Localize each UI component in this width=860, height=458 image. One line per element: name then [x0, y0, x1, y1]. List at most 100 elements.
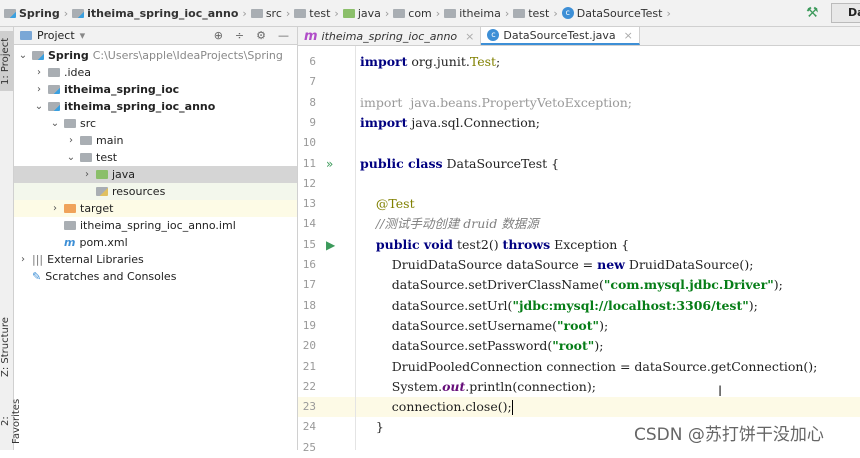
code-token: Test	[469, 54, 497, 69]
breadcrumb-item[interactable]: itheima	[444, 7, 501, 20]
code-token: .println(connection);	[465, 378, 596, 394]
code-line: dataSource.setUsername("root");	[356, 316, 860, 336]
tree-item[interactable]: › .idea	[14, 64, 297, 81]
line-number: 15	[302, 237, 316, 251]
chevron-down-icon[interactable]: ⌄	[66, 152, 76, 163]
tab-label: itheima_spring_ioc_anno	[321, 29, 458, 43]
breadcrumb-label: java	[357, 6, 381, 20]
tree-item[interactable]: m pom.xml	[14, 234, 297, 251]
gear-icon[interactable]: ⚙	[256, 29, 266, 42]
line-number: 16	[302, 258, 316, 271]
mod-icon	[48, 102, 60, 111]
module-folder-icon	[4, 8, 16, 18]
run-test-icon[interactable]: ▶	[326, 235, 335, 255]
module-folder-icon	[72, 8, 85, 18]
hide-icon[interactable]: —	[278, 29, 289, 42]
code-token: import	[360, 114, 408, 130]
run-all-tests-icon[interactable]: »	[326, 154, 333, 174]
chevron-right-icon: ›	[242, 6, 247, 20]
code-token: @Test	[375, 196, 415, 212]
tree-item[interactable]: itheima_spring_ioc_anno.iml	[14, 217, 297, 234]
chevron-down-icon[interactable]: ▾	[80, 29, 86, 42]
editor-tab[interactable]: c DataSourceTest.java ×	[481, 27, 640, 45]
chevron-right-icon[interactable]: ›	[50, 203, 60, 214]
run-configuration-select[interactable]: Da	[831, 3, 860, 23]
tree-item-label: target	[80, 202, 114, 215]
tree-item[interactable]: resources	[14, 183, 297, 200]
chevron-down-icon[interactable]: ⌄	[34, 101, 44, 112]
tree-item-label: Spring	[48, 49, 89, 62]
structure-tool-window-button[interactable]: Z: Structure	[0, 312, 14, 382]
chevron-down-icon[interactable]: ⌄	[50, 118, 60, 129]
class-icon: c	[487, 29, 500, 41]
folder-icon	[80, 136, 92, 145]
chevron-right-icon[interactable]: ›	[82, 169, 92, 180]
chevron-down-icon[interactable]: ⌄	[18, 50, 28, 61]
tree-item-label: Scratches and Consoles	[45, 270, 177, 283]
chevron-right-icon: ›	[553, 6, 558, 20]
chevron-right-icon[interactable]: ›	[34, 67, 44, 78]
tree-item[interactable]: ✎ Scratches and Consoles	[14, 268, 297, 285]
code-token: dataSource.setDriverClassName(	[360, 277, 604, 293]
project-view-select[interactable]: Project	[37, 29, 75, 42]
folder-icon	[64, 119, 76, 128]
line-number: 6	[309, 55, 316, 68]
code-line: @Test	[356, 194, 860, 214]
tree-item[interactable]: ⌄ itheima_spring_ioc_anno	[14, 98, 297, 115]
chevron-right-icon: ›	[504, 6, 510, 20]
line-number: 19	[302, 318, 316, 332]
collapse-all-icon[interactable]: ÷	[235, 29, 244, 42]
build-hammer-icon[interactable]: ⚒	[806, 5, 819, 21]
close-tab-icon[interactable]: ×	[624, 29, 633, 42]
breadcrumb-item[interactable]: itheima_spring_ioc_anno	[72, 7, 238, 20]
line-number: 23	[302, 400, 316, 414]
breadcrumb-item[interactable]: Spring	[4, 7, 60, 20]
code-token: DataSourceTest {	[442, 155, 560, 171]
breadcrumb-item[interactable]: test	[294, 7, 330, 20]
line-number: 12	[302, 176, 316, 190]
tree-item[interactable]: › itheima_spring_ioc	[14, 81, 297, 98]
chevron-right-icon[interactable]: ›	[66, 135, 76, 146]
breadcrumb-item[interactable]: src	[250, 7, 282, 20]
locate-icon[interactable]: ⊕	[214, 29, 223, 42]
breadcrumb-label: DataSourceTest	[576, 6, 663, 20]
close-tab-icon[interactable]: ×	[465, 30, 474, 43]
chevron-right-icon[interactable]: ›	[34, 84, 44, 95]
tree-item[interactable]: › target	[14, 200, 297, 217]
editor-tab[interactable]: m itheima_spring_ioc_anno ×	[298, 27, 482, 45]
chevron-right-icon[interactable]: ›	[18, 254, 28, 265]
tree-item[interactable]: › java	[14, 166, 297, 183]
breadcrumb-item[interactable]: com	[393, 7, 432, 20]
breadcrumb-item[interactable]: test	[513, 7, 549, 20]
code-token: );	[748, 297, 758, 313]
green-icon	[96, 170, 108, 179]
folder-icon	[250, 8, 263, 18]
code-token: new	[597, 257, 625, 272]
code-token: public class	[360, 155, 443, 171]
tree-item[interactable]: ⌄ src	[14, 115, 297, 132]
line-number: 8	[309, 95, 316, 109]
line-number: 18	[302, 298, 316, 312]
code-line: dataSource.setUrl("jdbc:mysql://localhos…	[356, 296, 860, 316]
project-panel: Project ▾ ⊕ ÷ ⚙ — ⌄ Spring C:\Users\apple\…	[14, 27, 298, 450]
code-token: DruidDataSource dataSource =	[360, 257, 598, 272]
line-number: 7	[309, 75, 316, 89]
breadcrumb-item[interactable]: c DataSourceTest	[561, 6, 663, 20]
package-icon	[393, 8, 406, 18]
tree-item[interactable]: › ||| External Libraries	[14, 251, 297, 268]
code-editor[interactable]: import org.junit.Test; import java.beans.…	[356, 46, 860, 450]
favorites-tool-window-button[interactable]: 2: Favorites	[0, 392, 22, 450]
breadcrumb-item[interactable]: java	[342, 6, 381, 20]
project-tool-window-button[interactable]: 1: Project	[0, 31, 14, 91]
code-token: DruidDataSource();	[624, 257, 754, 272]
code-token: ;	[496, 54, 501, 69]
tree-item[interactable]: › main	[14, 132, 297, 149]
tree-item[interactable]: ⌄ Spring C:\Users\apple\IdeaProjects\Sprin…	[14, 47, 297, 64]
tree-item-label: itheima_spring_ioc_anno	[64, 100, 216, 113]
tree-item[interactable]: ⌄ test	[14, 149, 297, 166]
breadcrumb-label: Spring	[19, 6, 60, 20]
